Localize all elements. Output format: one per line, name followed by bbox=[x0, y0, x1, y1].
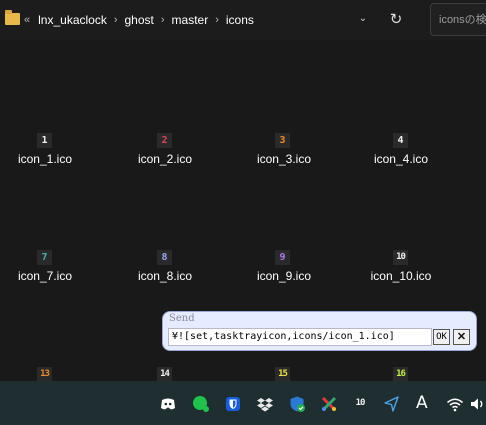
breadcrumb-item-icons[interactable]: icons bbox=[226, 13, 254, 27]
file-name: icon_10.ico bbox=[370, 269, 432, 283]
taskbar: 10 A bbox=[0, 381, 486, 425]
refresh-icon[interactable]: ↻ bbox=[384, 8, 408, 32]
breadcrumb-item-ghost[interactable]: ghost bbox=[125, 13, 154, 27]
breadcrumb-overflow-button[interactable]: « bbox=[24, 14, 30, 26]
ico-file-icon: 8 bbox=[157, 250, 172, 265]
ime-icon[interactable]: A bbox=[416, 393, 428, 413]
ico-file-icon: 9 bbox=[275, 250, 290, 265]
breadcrumb-item-master[interactable]: master bbox=[172, 13, 209, 27]
file-item[interactable]: 2 icon_2.ico bbox=[110, 133, 220, 173]
command-input[interactable]: ¥![set,tasktrayicon,icons/icon_1.ico] bbox=[168, 328, 432, 346]
dropbox-icon[interactable] bbox=[256, 395, 274, 413]
ukaclock-glyph: 10 bbox=[352, 395, 368, 411]
chevron-right-icon[interactable]: › bbox=[114, 14, 118, 26]
location-icon[interactable] bbox=[383, 395, 401, 413]
ico-file-icon: 13 bbox=[37, 367, 52, 382]
file-item[interactable]: 10 icon_10.ico bbox=[346, 250, 456, 290]
search-field[interactable] bbox=[430, 3, 486, 36]
ico-file-icon: 2 bbox=[157, 133, 172, 148]
file-name: icon_3.ico bbox=[256, 152, 312, 166]
defender-icon[interactable] bbox=[288, 395, 306, 413]
file-name: icon_2.ico bbox=[137, 152, 193, 166]
file-explorer-window: « lnx_ukaclock › ghost › master › icons … bbox=[0, 0, 486, 425]
file-item[interactable]: 7 icon_7.ico bbox=[0, 250, 100, 290]
ico-file-icon: 15 bbox=[275, 367, 290, 382]
ico-file-icon: 14 bbox=[157, 367, 172, 382]
file-item[interactable]: 4 icon_4.ico bbox=[346, 133, 456, 173]
file-name: icon_8.ico bbox=[137, 269, 193, 283]
file-item[interactable]: 1 icon_1.ico bbox=[0, 133, 100, 173]
chevron-right-icon[interactable]: › bbox=[215, 14, 219, 26]
line-icon[interactable] bbox=[192, 395, 210, 413]
wifi-icon[interactable] bbox=[446, 395, 464, 413]
ok-button[interactable]: OK bbox=[433, 329, 450, 345]
ico-file-icon: 16 bbox=[393, 367, 408, 382]
close-button[interactable]: ✕ bbox=[453, 329, 470, 345]
ico-file-icon: 10 bbox=[393, 250, 408, 265]
folder-icon bbox=[5, 10, 20, 25]
file-name: icon_7.ico bbox=[17, 269, 73, 283]
ico-file-icon: 7 bbox=[37, 250, 52, 265]
address-bar[interactable]: « lnx_ukaclock › ghost › master › icons … bbox=[0, 0, 486, 40]
file-item[interactable]: 9 icon_9.ico bbox=[229, 250, 339, 290]
volume-icon[interactable] bbox=[469, 395, 486, 413]
file-name: icon_9.ico bbox=[256, 269, 312, 283]
file-name: icon_1.ico bbox=[17, 152, 73, 166]
ico-file-icon: 3 bbox=[275, 133, 290, 148]
breadcrumb: « lnx_ukaclock › ghost › master › icons bbox=[24, 12, 254, 28]
file-item[interactable]: 8 icon_8.ico bbox=[110, 250, 220, 290]
chevron-down-icon[interactable]: ⌄ bbox=[356, 12, 370, 26]
ico-file-icon: 4 bbox=[393, 133, 408, 148]
breadcrumb-item-lnx-ukaclock[interactable]: lnx_ukaclock bbox=[38, 13, 107, 27]
chevron-right-icon[interactable]: › bbox=[161, 14, 165, 26]
search-input[interactable] bbox=[439, 13, 486, 27]
send-dialog: Send ¥![set,tasktrayicon,icons/icon_1.ic… bbox=[162, 311, 477, 351]
ukaclock-icon[interactable]: 10 bbox=[352, 395, 370, 413]
bitwarden-icon[interactable] bbox=[224, 395, 242, 413]
ico-file-icon: 1 bbox=[37, 133, 52, 148]
discord-icon[interactable] bbox=[159, 395, 177, 413]
file-name: icon_4.ico bbox=[373, 152, 429, 166]
snipping-tool-icon[interactable] bbox=[320, 395, 338, 413]
file-item[interactable]: 3 icon_3.ico bbox=[229, 133, 339, 173]
send-dialog-title: Send bbox=[169, 313, 195, 324]
